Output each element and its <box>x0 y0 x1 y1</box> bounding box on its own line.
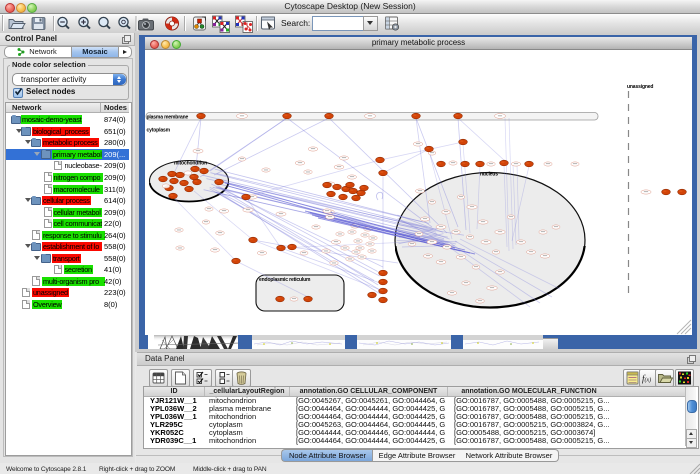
svg-text:endoplasmic reticulum: endoplasmic reticulum <box>259 277 311 283</box>
svg-text:f(x): f(x) <box>642 374 651 384</box>
svg-text:plasma membrane: plasma membrane <box>147 114 189 120</box>
svg-text:cytoplasm: cytoplasm <box>147 128 171 134</box>
svg-text:unassigned: unassigned <box>627 84 653 90</box>
svg-text:nucleus: nucleus <box>480 172 498 178</box>
